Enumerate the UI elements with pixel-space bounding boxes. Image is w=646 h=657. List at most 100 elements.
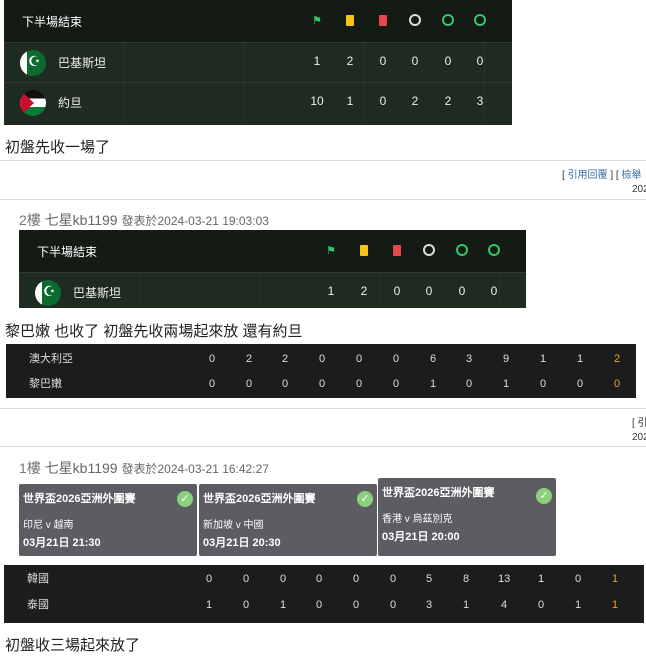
match-teams: 香港 v 烏茲別克 — [382, 514, 453, 525]
post-actions: [ 引 — [632, 414, 646, 429]
stats-bar-row: 泰國 1 0 1 0 0 0 3 1 4 0 1 1 — [4, 595, 644, 615]
stat-value: 0 — [316, 573, 323, 585]
post-date-truncated: 202 — [632, 432, 646, 443]
shot-icon — [455, 244, 469, 258]
divider — [0, 160, 646, 161]
stat-value: 0 — [319, 378, 326, 390]
match-stats-panel-2: 下半場結束 巴基斯坦 ⚑ 1 2 0 0 0 0 — [19, 230, 526, 308]
match-date: 03月21日 20:30 — [203, 537, 281, 549]
competition-title: 世界盃2026亞洲外圍賽 — [23, 493, 136, 505]
stat-value: 0 — [280, 573, 287, 585]
stat-value: 0 — [577, 378, 584, 390]
match-date: 03月21日 20:00 — [382, 531, 460, 543]
stat-value: 1 — [538, 573, 545, 585]
stat-cell: 1 — [346, 94, 354, 108]
stat-value: 0 — [575, 573, 582, 585]
stat-value: 0 — [353, 573, 360, 585]
stat-value: 3 — [426, 599, 433, 611]
match-date: 03月21日 21:30 — [23, 537, 101, 549]
stat-cell: 1 — [313, 54, 321, 68]
stat-value: 1 — [463, 599, 470, 611]
team-name: 黎巴嫩 — [29, 378, 62, 390]
stat-cell: 3 — [476, 94, 484, 108]
stats-bar-row: 黎巴嫩 0 0 0 0 0 0 1 0 1 0 0 0 — [6, 374, 636, 394]
stat-value: 0 — [356, 353, 363, 365]
stat-value: 6 — [430, 353, 437, 365]
ball-icon — [422, 244, 436, 258]
floor-number: 2樓 — [19, 212, 41, 228]
competition-title: 世界盃2026亞洲外圍賽 — [203, 493, 316, 505]
stat-value: 0 — [390, 599, 397, 611]
match-card[interactable]: 世界盃2026亞洲外圍賽 ✓ 香港 v 烏茲別克 03月21日 20:00 — [378, 478, 556, 556]
ball-icon — [408, 14, 422, 28]
stat-value: 0 — [246, 378, 253, 390]
stat-cell: 0 — [425, 284, 433, 298]
post-header-floor-1: 1樓 七星kb1199 發表於2024-03-21 16:42:27 — [19, 458, 269, 478]
stat-cell: 2 — [444, 94, 452, 108]
match-teams: 印尼 v 越南 — [23, 520, 74, 531]
post-time: 發表於2024-03-21 19:03:03 — [121, 214, 269, 228]
stats-bar-row: 澳大利亞 0 2 2 0 0 0 6 3 9 1 1 2 — [6, 349, 636, 369]
stat-value: 0 — [466, 378, 473, 390]
team-name: 澳大利亞 — [29, 353, 73, 365]
post-date-truncated: 202 — [632, 184, 646, 195]
quote-reply-link[interactable]: [ 引 — [632, 418, 646, 429]
stat-value: 0 — [356, 378, 363, 390]
team-name: 韓國 — [27, 573, 49, 585]
stat-value: 0 — [316, 599, 323, 611]
stat-value: 1 — [612, 599, 619, 611]
yellow-card-icon — [343, 14, 357, 28]
stat-cell: 0 — [444, 54, 452, 68]
stat-value: 2 — [246, 353, 253, 365]
stat-value: 2 — [282, 353, 289, 365]
stat-value: 0 — [390, 573, 397, 585]
stat-value: 0 — [393, 353, 400, 365]
stat-cell: 2 — [411, 94, 419, 108]
post-text: 初盤收三場起來放了 — [5, 637, 141, 654]
stat-cell: 0 — [458, 284, 466, 298]
team-name: 泰國 — [27, 599, 49, 611]
quote-reply-link[interactable]: 引用回覆 — [568, 170, 608, 181]
stat-value: 9 — [503, 353, 510, 365]
match-card[interactable]: 世界盃2026亞洲外圍賽 ✓ 印尼 v 越南 03月21日 21:30 — [19, 484, 197, 556]
stat-value: 4 — [501, 599, 508, 611]
stat-value: 0 — [353, 599, 360, 611]
username-link[interactable]: 七星kb1199 — [45, 460, 118, 476]
stat-cell: 0 — [476, 54, 484, 68]
floor-number: 1樓 — [19, 460, 41, 476]
check-icon: ✓ — [357, 491, 373, 507]
stat-cell: 0 — [393, 284, 401, 298]
stat-cell: 0 — [379, 54, 387, 68]
match-teams: 新加坡 v 中國 — [203, 520, 264, 531]
report-link[interactable]: 檢舉 — [621, 170, 641, 181]
target-icon — [473, 14, 487, 28]
stat-value: 2 — [614, 353, 621, 365]
post-time: 發表於2024-03-21 16:42:27 — [121, 462, 269, 476]
stat-value: 0 — [206, 573, 213, 585]
stat-value: 0 — [209, 353, 216, 365]
stat-cell: 1 — [327, 284, 335, 298]
stats-bar-row: 韓國 0 0 0 0 0 0 5 8 13 1 0 1 — [4, 569, 644, 589]
corner-flag-icon: ⚑ — [312, 15, 322, 27]
username-link[interactable]: 七星kb1199 — [45, 212, 118, 228]
stat-value: 1 — [612, 573, 619, 585]
stat-value: 1 — [577, 353, 584, 365]
match-card[interactable]: 世界盃2026亞洲外圍賽 ✓ 新加坡 v 中國 03月21日 20:30 — [199, 484, 377, 556]
stat-value: 1 — [540, 353, 547, 365]
stat-value: 0 — [209, 378, 216, 390]
post-header-floor-2: 2樓 七星kb1199 發表於2024-03-21 19:03:03 — [19, 210, 269, 230]
yellow-card-icon — [357, 244, 371, 258]
stats-bar-1: 澳大利亞 0 2 2 0 0 0 6 3 9 1 1 2 黎巴嫩 0 0 0 0… — [6, 344, 636, 398]
stat-value: 3 — [466, 353, 473, 365]
stat-value: 0 — [243, 573, 250, 585]
stat-value: 8 — [463, 573, 470, 585]
divider — [0, 446, 646, 447]
shot-icon — [441, 14, 455, 28]
stat-value: 0 — [393, 378, 400, 390]
stat-value: 0 — [243, 599, 250, 611]
stat-cell: 0 — [411, 54, 419, 68]
post-actions: [ 引用回覆 ] [ 檢舉 — [562, 170, 642, 181]
stat-cell: 2 — [346, 54, 354, 68]
stat-value: 1 — [280, 599, 287, 611]
check-icon: ✓ — [536, 488, 552, 504]
